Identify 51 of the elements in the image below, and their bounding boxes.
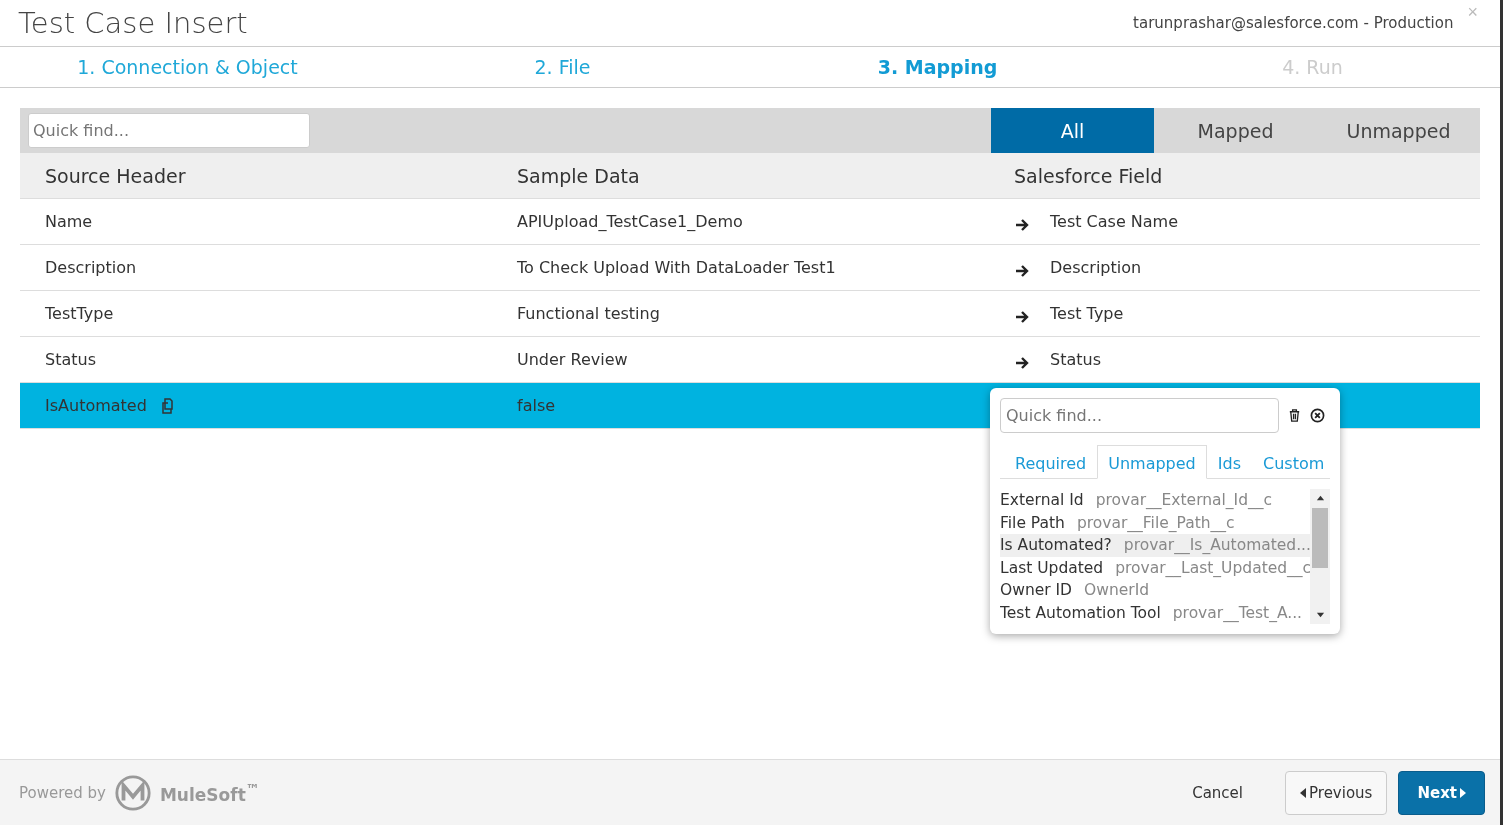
field-option[interactable]: Test Automation Tool provar__Test_A...	[1000, 601, 1310, 624]
cancel-button[interactable]: Cancel	[1186, 782, 1249, 803]
table-row[interactable]: Description To Check Upload With DataLoader Test1 Description	[20, 245, 1480, 291]
caret-icon	[1460, 787, 1466, 798]
arrow-icon	[1014, 216, 1030, 233]
filter-tab[interactable]: Unmapped	[1317, 108, 1480, 153]
field-option[interactable]: Owner ID OwnerId	[1000, 579, 1310, 602]
table-cell: Status	[1050, 350, 1101, 369]
arrow-icon	[1014, 308, 1030, 325]
table-cell: APIUpload_TestCase1_Demo	[517, 212, 743, 231]
account-label: tarunprashar@salesforce.com - Production	[1133, 14, 1454, 32]
field-option[interactable]: File Path provar__File_Path__c	[1000, 511, 1310, 534]
table-cell: false	[517, 396, 556, 415]
arrow-icon	[1014, 354, 1030, 371]
scroll-thumb[interactable]	[1312, 508, 1328, 568]
column-header: Source Header	[45, 164, 187, 187]
scroll-up-icon[interactable]	[1315, 494, 1325, 503]
table-row[interactable]: Name APIUpload_TestCase1_Demo Test Case Name	[20, 199, 1480, 245]
table-cell: To Check Upload With DataLoader Test1	[517, 258, 836, 277]
column-header: Salesforce Field	[1014, 164, 1164, 187]
logo-icon	[113, 773, 152, 812]
scroll-down-icon[interactable]	[1315, 610, 1325, 619]
table-row[interactable]: TestType Functional testing Test Type	[20, 291, 1480, 337]
trash-icon[interactable]	[1287, 408, 1302, 423]
search-field[interactable]: Quick find...	[1000, 398, 1279, 433]
table-cell: Name	[45, 212, 93, 231]
table-cell: Test Type	[1050, 304, 1124, 323]
arrow-icon	[1014, 262, 1030, 279]
window-title: Test Case Insert	[18, 6, 249, 40]
table-cell: Description	[45, 258, 137, 277]
table-cell: Description	[1050, 258, 1142, 277]
table-cell: Functional testing	[517, 304, 660, 323]
field-option[interactable]: Last Updated provar__Last_Updated__c	[1000, 556, 1310, 579]
previous-button[interactable]: Previous	[1285, 770, 1388, 815]
field-option[interactable]: Is Automated? provar__Is_Automated...	[1000, 534, 1310, 557]
filter-tab[interactable]: Mapped	[1154, 108, 1317, 153]
caret-icon	[1300, 787, 1306, 798]
brand-name: MuleSoft$^{™}$	[159, 780, 260, 805]
field-option[interactable]: External Id provar__External_Id__c	[1000, 489, 1310, 512]
powered-by-label: Powered by	[19, 783, 106, 802]
next-button[interactable]: Next	[1398, 770, 1485, 815]
table-cell: Status	[45, 350, 96, 369]
table-cell: Under Review	[517, 350, 628, 369]
search-field[interactable]: Quick find...	[28, 113, 310, 148]
column-header: Sample Data	[517, 164, 641, 187]
table-cell: TestType	[45, 304, 114, 323]
filter-tab[interactable]: All	[991, 108, 1154, 153]
clear-icon[interactable]	[1310, 408, 1325, 423]
scrollbar[interactable]	[1310, 489, 1330, 624]
table-cell: Test Case Name	[1050, 212, 1179, 231]
table-cell: IsAutomated	[45, 396, 147, 415]
